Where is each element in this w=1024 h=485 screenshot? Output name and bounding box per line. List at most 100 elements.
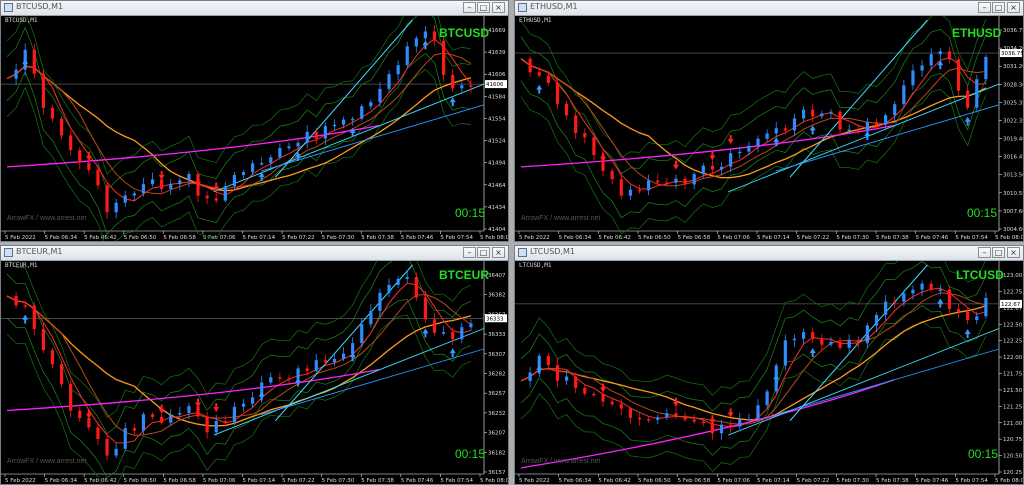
candle-body (405, 277, 409, 279)
price-tick-label: 122.75 (1003, 289, 1023, 295)
price-tick-label: 3031.20 (1003, 64, 1023, 70)
close-button[interactable]: × (1007, 2, 1020, 13)
price-chart[interactable]: 123.00 122.75 122.67 122.50 122.25 122.00 121.… (515, 261, 1023, 484)
candle-body (305, 131, 309, 143)
chart-window-ethusd[interactable]: ETHUSD,M1 – □ × 3036.753034.203031.20302… (514, 0, 1024, 242)
time-tick-label: 5 Feb 07:54 (440, 235, 473, 241)
candle-body (719, 424, 724, 434)
candle-body (432, 319, 437, 333)
maximize-button[interactable]: □ (477, 247, 490, 258)
maximize-button[interactable]: □ (992, 2, 1005, 13)
candle-body (214, 198, 218, 201)
time-tick-label: 5 Feb 07:22 (797, 478, 830, 484)
price-tick-label: 3013.50 (1003, 173, 1023, 179)
candle-body (114, 202, 118, 213)
candle-body (856, 129, 860, 132)
candle-body (169, 184, 173, 189)
candle-body (801, 109, 806, 119)
time-tick-label: 5 Feb 07:22 (282, 235, 315, 241)
time-tick-label: 5 Feb 07:06 (717, 235, 750, 241)
candle-body (314, 131, 318, 139)
price-chart[interactable]: 41669 41639 41606 41584 41554 41524 41494 41464… (1, 16, 508, 241)
trendline-cyan (213, 83, 485, 193)
bollinger-upper-inner (6, 261, 472, 435)
trendline-cyan (728, 83, 1000, 193)
time-tick-label: 5 Feb 06:58 (678, 478, 711, 484)
candle-timer: 00:15 (968, 447, 999, 461)
price-tick-label: 36257 (488, 391, 506, 397)
candle-body (546, 75, 550, 83)
candle-body (87, 417, 91, 428)
chart-window-btceur[interactable]: BTCEUR,M1 – □ × 364073638236357363333630… (0, 245, 509, 485)
candle-body (528, 58, 532, 73)
watermark: ArrowFX / www.arrest.net (521, 458, 601, 465)
candle-body (469, 85, 473, 87)
price-chart[interactable]: 3036.753034.203031.203028.303025.353022.… (515, 16, 1023, 241)
candle-body (96, 427, 100, 440)
candle-body (214, 421, 218, 433)
candle-body (829, 111, 833, 114)
time-tick-label: 5 Feb 07:14 (243, 235, 276, 241)
candle-body (747, 145, 751, 152)
time-tick-label: 5 Feb 07:54 (955, 478, 988, 484)
chart-window-ltcusd[interactable]: LTCUSD,M1 – □ × 123.00 122.75 122.67 122.50… (514, 245, 1024, 485)
price-tick-label: 36182 (488, 450, 506, 456)
candle-body (555, 365, 560, 381)
time-tick-label: 5 Feb 07:30 (322, 235, 355, 241)
price-tick-label: 120.50 (1003, 454, 1023, 460)
candle-body (783, 128, 787, 131)
chart-canvas[interactable]: 3640736382363573633336307362823625736232… (1, 261, 508, 484)
chart-canvas[interactable]: 41669 41639 41606 41584 41554 41524 41494 41464… (1, 16, 508, 241)
price-tick-label: 41524 (488, 139, 506, 145)
candle-body (50, 350, 55, 365)
buy-arrow-icon (22, 314, 29, 324)
price-tick-label: 41464 (488, 183, 506, 189)
chart-canvas[interactable]: 3036.753034.203031.203028.303025.353022.… (515, 16, 1023, 241)
price-tick-label: 36407 (488, 273, 506, 279)
candle-body (223, 421, 227, 423)
candle-body (32, 305, 36, 329)
minimize-button[interactable]: – (463, 2, 476, 13)
window-titlebar[interactable]: BTCUSD,M1 – □ × (1, 1, 508, 16)
price-chart[interactable]: 3640736382363573633336307362823625736232… (1, 261, 508, 484)
candle-body (692, 174, 696, 185)
candle-body (647, 180, 651, 191)
candle-body (442, 40, 446, 75)
chart-window-btcusd[interactable]: BTCUSD,M1 – □ × 41669 41639 41606 41584 4155… (0, 0, 509, 242)
candle-body (765, 133, 769, 139)
candle-body (774, 128, 778, 134)
minimize-button[interactable]: – (978, 247, 991, 258)
moving-average-brown (520, 292, 987, 425)
window-titlebar[interactable]: ETHUSD,M1 – □ × (515, 1, 1023, 16)
current-price-label: 36333 (486, 316, 504, 322)
window-titlebar[interactable]: BTCEUR,M1 – □ × (1, 246, 508, 261)
minimize-button[interactable]: – (463, 247, 476, 258)
time-tick-label: 5 Feb 07:06 (203, 478, 236, 484)
window-titlebar[interactable]: LTCUSD,M1 – □ × (515, 246, 1023, 261)
time-tick-label: 5 Feb 06:34 (559, 235, 592, 241)
time-tick-label: 5 Feb 07:54 (955, 235, 988, 241)
candle-body (893, 301, 897, 304)
candle-body (574, 376, 578, 388)
maximize-button[interactable]: □ (477, 2, 490, 13)
chart-canvas[interactable]: 123.00 122.75 122.67 122.50 122.25 122.00 121.… (515, 261, 1023, 484)
time-tick-label: 5 Feb 2022 (5, 478, 36, 484)
time-tick-label: 5 Feb 2022 (519, 235, 550, 241)
candle-body (69, 135, 73, 151)
minimize-button[interactable]: – (978, 2, 991, 13)
close-button[interactable]: × (492, 2, 505, 13)
close-button[interactable]: × (1007, 247, 1020, 258)
candle-body (369, 310, 373, 325)
current-price-label: 122.67 (1001, 302, 1021, 308)
candle-body (829, 341, 833, 345)
moving-average-brown (6, 293, 472, 436)
time-tick-label: 5 Feb 2022 (519, 478, 550, 484)
trendline-blue (261, 348, 485, 416)
close-button[interactable]: × (492, 247, 505, 258)
maximize-button[interactable]: □ (992, 247, 1005, 258)
sell-arrow-icon (85, 151, 92, 161)
price-tick-label: 3007.60 (1003, 209, 1023, 215)
candle-body (278, 377, 282, 379)
candle-body (387, 284, 391, 293)
candle-body (69, 384, 73, 411)
